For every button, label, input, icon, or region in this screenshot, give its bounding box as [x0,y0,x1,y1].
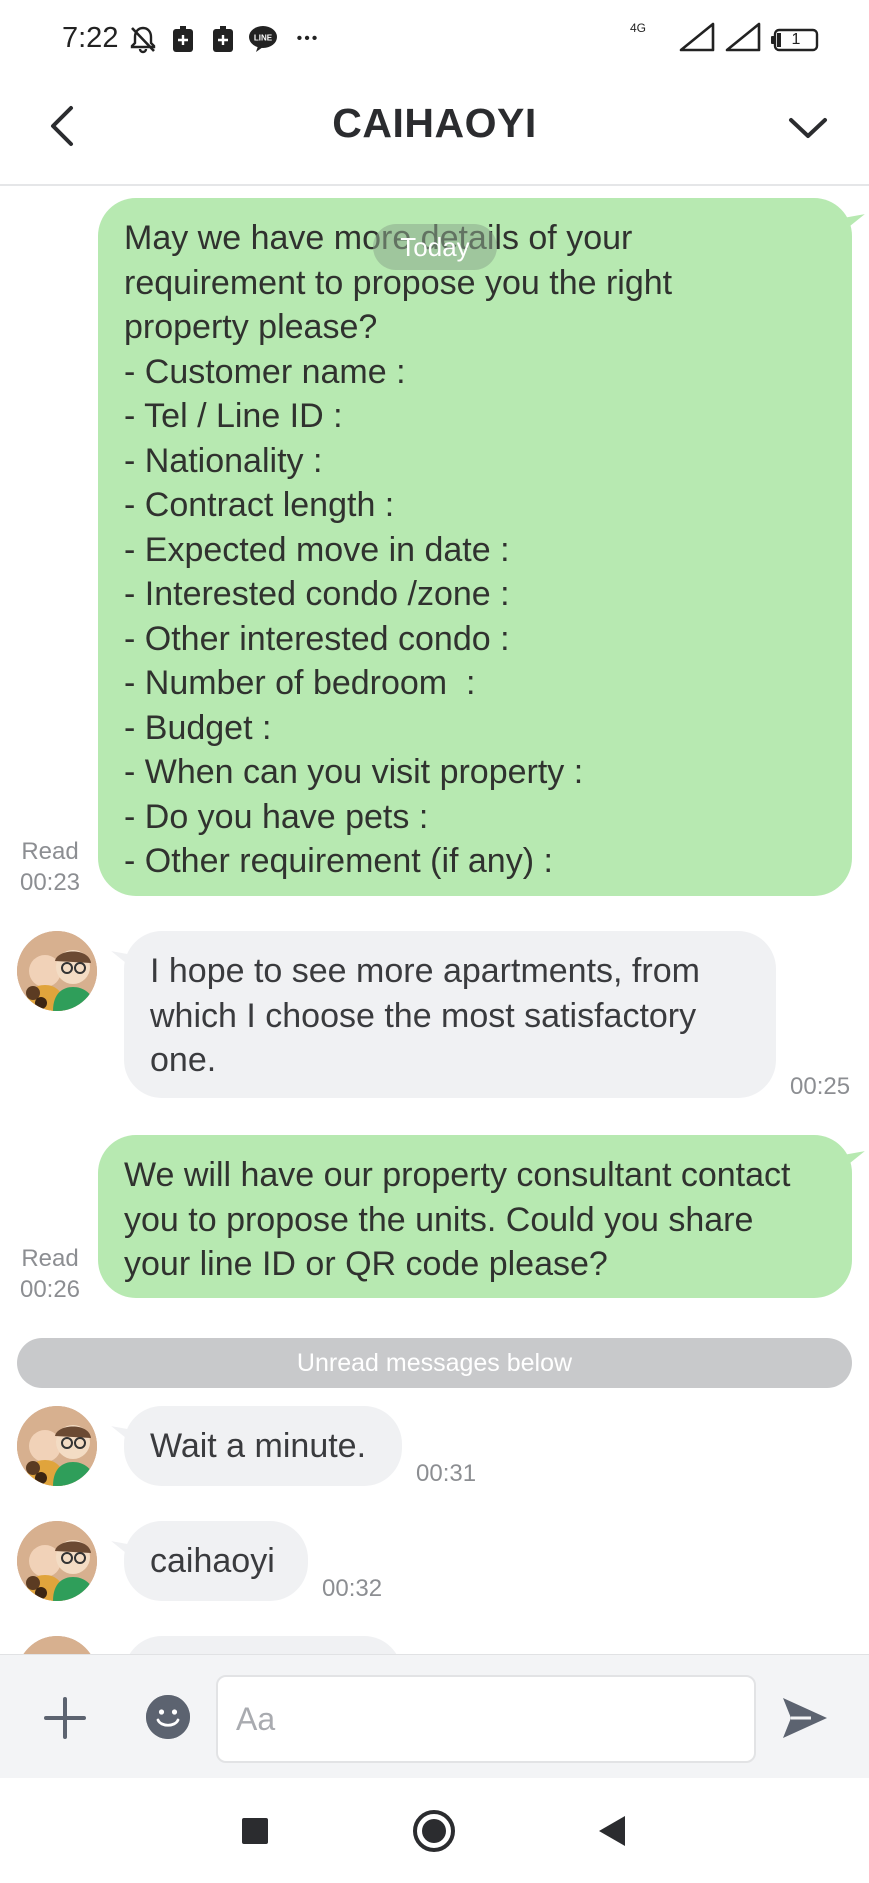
message-time: 00:23 [19,869,81,896]
avatar-image [17,1636,97,1654]
read-label: Read [21,838,79,865]
incoming-message-bubble[interactable]: I hope to see more apartments, from whic… [124,931,776,1098]
contact-avatar[interactable] [17,1521,97,1601]
message-text-line: - Other requirement (if any) : [124,842,553,880]
message-text-line: property please? [124,308,378,346]
sim-icon [208,24,238,54]
message-text-line: - Expected move in date : [124,530,510,569]
avatar-image [17,931,97,1011]
home-button[interactable] [409,1806,459,1856]
avatar-image [17,1521,97,1601]
line-app-icon: LINE [248,24,278,54]
message-text-line: I hope to see more apartments, from [150,952,700,990]
message-text-line: - Nationality : [124,441,323,480]
signal-icon [725,22,761,57]
status-time: 7:22 [62,22,119,54]
read-label: Read [21,1245,79,1272]
chevron-down-icon [789,118,827,138]
message-time: 00:31 [416,1460,477,1487]
status-bar: 7:22 LINE ••• 4G 1 [0,0,869,78]
outgoing-message-bubble[interactable]: May we have more details of your require… [98,198,852,896]
battery-level-label: 1 [791,30,801,48]
mute-icon [128,24,158,54]
contact-avatar[interactable] [17,1406,97,1486]
more-icon: ••• [296,30,320,47]
message-input[interactable] [216,1675,756,1763]
date-divider: Today [373,224,497,270]
message-text-line: - Contract length : [124,486,395,524]
chat-title[interactable]: CAIHAOYI [0,100,869,147]
message-text-line: We will have our property consultant con… [124,1156,791,1194]
message-text-line: caihaoyi [150,1542,275,1580]
message-text-line: you to propose the units. Could you shar… [124,1200,754,1239]
incoming-message-bubble[interactable]: Wait a minute. [124,1406,402,1486]
avatar-image [17,1406,97,1486]
emoji-button[interactable] [146,1695,190,1739]
message-text-line: - Do you have pets : [124,797,429,836]
chat-message-list[interactable]: May we have more details of your require… [0,188,869,1654]
contact-avatar[interactable] [17,931,97,1011]
message-time: 00:32 [322,1575,383,1602]
plus-icon [44,1697,86,1739]
message-text-line: - Other interested condo : [124,619,510,658]
message-text-line: one. [150,1041,217,1079]
message-text-line: - When can you visit property : [124,753,584,791]
svg-text:LINE: LINE [254,34,273,43]
message-text-line: - Tel / Line ID : [124,397,343,435]
message-text-line: - Budget : [124,708,272,747]
message-time: 00:26 [19,1276,81,1303]
sim-icon [168,24,198,54]
message-time: 00:25 [790,1073,851,1100]
status-notification-icons: LINE ••• [128,24,328,54]
recent-apps-button[interactable] [230,1806,280,1856]
back-nav-button[interactable] [587,1806,637,1856]
smiley-icon [146,1695,190,1739]
message-text-line: Wait a minute. [150,1427,367,1465]
contact-avatar[interactable] [17,1636,97,1654]
message-text-line: - Number of bedroom : [124,664,476,702]
menu-dropdown-button[interactable] [781,102,835,154]
square-icon [242,1818,268,1844]
chat-header: CAIHAOYI [0,78,869,186]
outgoing-message-bubble[interactable]: We will have our property consultant con… [98,1135,852,1298]
system-navigation-bar [0,1778,869,1883]
signal-icon [679,22,715,57]
read-receipt: Read 00:23 [10,836,90,898]
message-text-line: your line ID or QR code please? [124,1245,608,1283]
message-text-line: - Interested condo /zone : [124,575,510,613]
attach-button[interactable] [40,1693,90,1743]
send-button[interactable] [780,1695,830,1741]
message-text-line: which I choose the most satisfactory [150,996,697,1035]
read-receipt: Read 00:26 [10,1243,90,1305]
message-text-line: - Customer name : [124,352,406,391]
home-circle-icon [413,1810,455,1852]
network-type-label: 4G [629,21,646,35]
send-icon [783,1698,827,1738]
battery-icon: 1 [771,28,819,52]
incoming-message-bubble[interactable] [124,1636,402,1654]
triangle-back-icon [599,1816,625,1846]
unread-messages-divider: Unread messages below [17,1338,852,1388]
incoming-message-bubble[interactable]: caihaoyi [124,1521,308,1601]
message-input-bar [0,1654,869,1778]
status-system-icons: 1 [679,22,819,57]
